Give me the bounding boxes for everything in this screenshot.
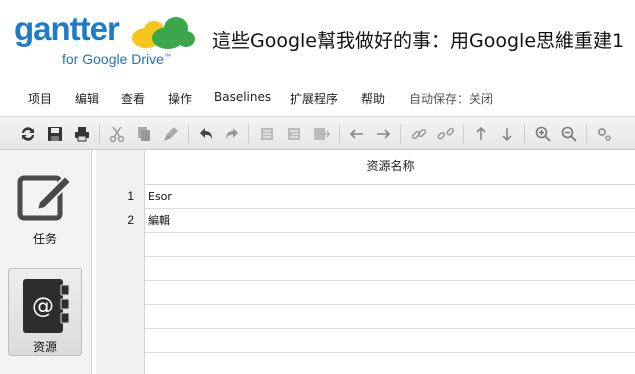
resource-name-cell[interactable]: Esor xyxy=(146,185,635,209)
print-icon[interactable] xyxy=(72,124,92,144)
table-row[interactable] xyxy=(96,281,635,305)
table-row[interactable]: 2 編輯 xyxy=(96,209,635,233)
refresh-icon[interactable] xyxy=(18,124,38,144)
toolbar-separator xyxy=(99,124,100,144)
arrow-right-icon[interactable] xyxy=(373,124,393,144)
svg-text:@: @ xyxy=(32,294,54,319)
row-number[interactable] xyxy=(96,353,145,374)
arrow-up-icon[interactable] xyxy=(471,124,491,144)
logo-subtitle: for Google Drive™ xyxy=(62,51,171,67)
side-panel: 任务 @ 资源 xyxy=(0,150,92,374)
cloud-logo-icon xyxy=(132,17,195,49)
row-number[interactable] xyxy=(96,329,145,353)
row-number[interactable]: 2 xyxy=(96,209,145,233)
menu-actions[interactable]: 操作 xyxy=(168,90,192,107)
resource-name-cell[interactable] xyxy=(146,281,635,305)
resource-name-cell[interactable] xyxy=(146,305,635,329)
gantter-logo[interactable]: gantter for Google Drive™ xyxy=(14,8,195,72)
menu-edit[interactable]: 编辑 xyxy=(75,90,99,107)
zoom-in-icon[interactable] xyxy=(533,124,553,144)
column-header-resource-name[interactable]: 资源名称 xyxy=(146,150,635,185)
table-row[interactable] xyxy=(96,353,635,374)
grid-header: 资源名称 xyxy=(96,150,635,185)
menu-bar: 项目 编辑 查看 操作 Baselines 扩展程序 帮助 自动保存：关闭 xyxy=(0,82,635,116)
menu-help[interactable]: 帮助 xyxy=(361,90,385,107)
menu-view[interactable]: 查看 xyxy=(121,90,145,107)
table-row[interactable] xyxy=(96,305,635,329)
settings-icon[interactable] xyxy=(594,124,614,144)
table-row[interactable] xyxy=(96,329,635,353)
resources-label: 资源 xyxy=(32,340,57,354)
zoom-out-icon[interactable] xyxy=(559,124,579,144)
tasks-label: 任务 xyxy=(32,232,57,246)
arrow-down-icon[interactable] xyxy=(497,124,517,144)
row-number[interactable] xyxy=(96,257,145,281)
toolbar-separator xyxy=(400,124,401,144)
menu-extensions[interactable]: 扩展程序 xyxy=(290,90,338,107)
toolbar-separator xyxy=(339,124,340,144)
menu-baselines[interactable]: Baselines xyxy=(214,90,271,104)
format-painter-icon[interactable] xyxy=(161,124,181,144)
menu-project[interactable]: 项目 xyxy=(28,90,52,107)
resource-name-cell[interactable]: 編輯 xyxy=(146,209,635,233)
cut-icon[interactable] xyxy=(107,124,127,144)
table-row[interactable] xyxy=(96,233,635,257)
app-header: gantter for Google Drive™ 這些Google幫我做好的事… xyxy=(0,0,635,82)
copy-icon[interactable] xyxy=(134,124,154,144)
indent-icon[interactable] xyxy=(257,124,277,144)
toolbar-separator xyxy=(188,124,189,144)
arrow-left-icon[interactable] xyxy=(347,124,367,144)
resource-name-cell[interactable] xyxy=(146,233,635,257)
resource-name-cell[interactable] xyxy=(146,353,635,374)
autosave-status[interactable]: 自动保存：关闭 xyxy=(409,90,493,107)
row-number[interactable]: 1 xyxy=(96,185,145,209)
table-row[interactable] xyxy=(96,257,635,281)
resource-name-cell[interactable] xyxy=(146,329,635,353)
table-row[interactable]: 1 Esor xyxy=(96,185,635,209)
resource-name-cell[interactable] xyxy=(146,257,635,281)
resources-view-button[interactable]: @ 资源 xyxy=(8,268,82,356)
save-icon[interactable] xyxy=(45,124,65,144)
row-number[interactable] xyxy=(96,305,145,329)
toolbar-separator xyxy=(463,124,464,144)
undo-icon[interactable] xyxy=(196,124,216,144)
insert-row-icon[interactable] xyxy=(311,124,331,144)
tasks-view-button[interactable]: 任务 xyxy=(8,158,82,246)
outdent-icon[interactable] xyxy=(284,124,304,144)
toolbar-separator xyxy=(248,124,249,144)
logo-wordmark: gantter xyxy=(14,10,120,47)
toolbar-separator xyxy=(586,124,587,144)
edit-icon xyxy=(17,174,73,221)
redo-icon[interactable] xyxy=(222,124,242,144)
link-icon[interactable] xyxy=(409,124,429,144)
resource-grid: 资源名称 1 Esor 2 編輯 xyxy=(96,150,635,374)
address-book-icon: @ xyxy=(23,279,70,333)
row-number[interactable] xyxy=(96,233,145,257)
row-number[interactable] xyxy=(96,281,145,305)
grid-corner[interactable] xyxy=(96,150,145,185)
document-title[interactable]: 這些Google幫我做好的事：用Google思維重建1 xyxy=(212,26,624,53)
toolbar xyxy=(0,116,635,150)
toolbar-separator xyxy=(524,124,525,144)
unlink-icon[interactable] xyxy=(436,124,456,144)
